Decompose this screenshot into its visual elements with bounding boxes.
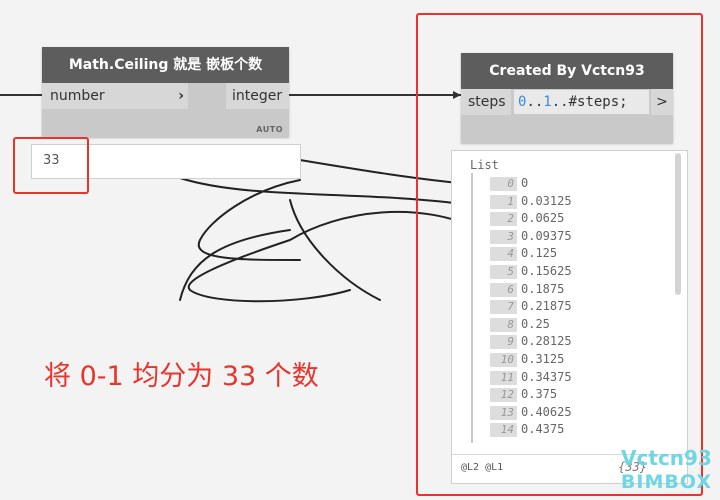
chevron-right-icon: › xyxy=(178,88,184,104)
port-label: integer xyxy=(232,88,283,104)
annotation-text: 将 0-1 均分为 33 个数 xyxy=(44,361,319,392)
number-input-port[interactable]: number › xyxy=(42,83,188,109)
highlight-value-box xyxy=(13,137,89,194)
port-row: number › integer xyxy=(42,83,289,111)
integer-output-port[interactable]: integer xyxy=(226,83,289,109)
port-label: number xyxy=(50,88,105,104)
math-ceiling-node[interactable]: Math.Ceiling 就是 嵌板个数 number › integer AU… xyxy=(42,47,289,137)
watermark-line1: Vctcn93 xyxy=(621,446,712,470)
watermark: Vctcn93 BIMBOX xyxy=(621,446,712,494)
node-title[interactable]: Math.Ceiling 就是 嵌板个数 xyxy=(42,47,289,83)
watermark-line2: BIMBOX xyxy=(620,471,712,493)
highlight-code-block xyxy=(416,13,703,496)
lacing-label[interactable]: AUTO xyxy=(256,125,283,134)
